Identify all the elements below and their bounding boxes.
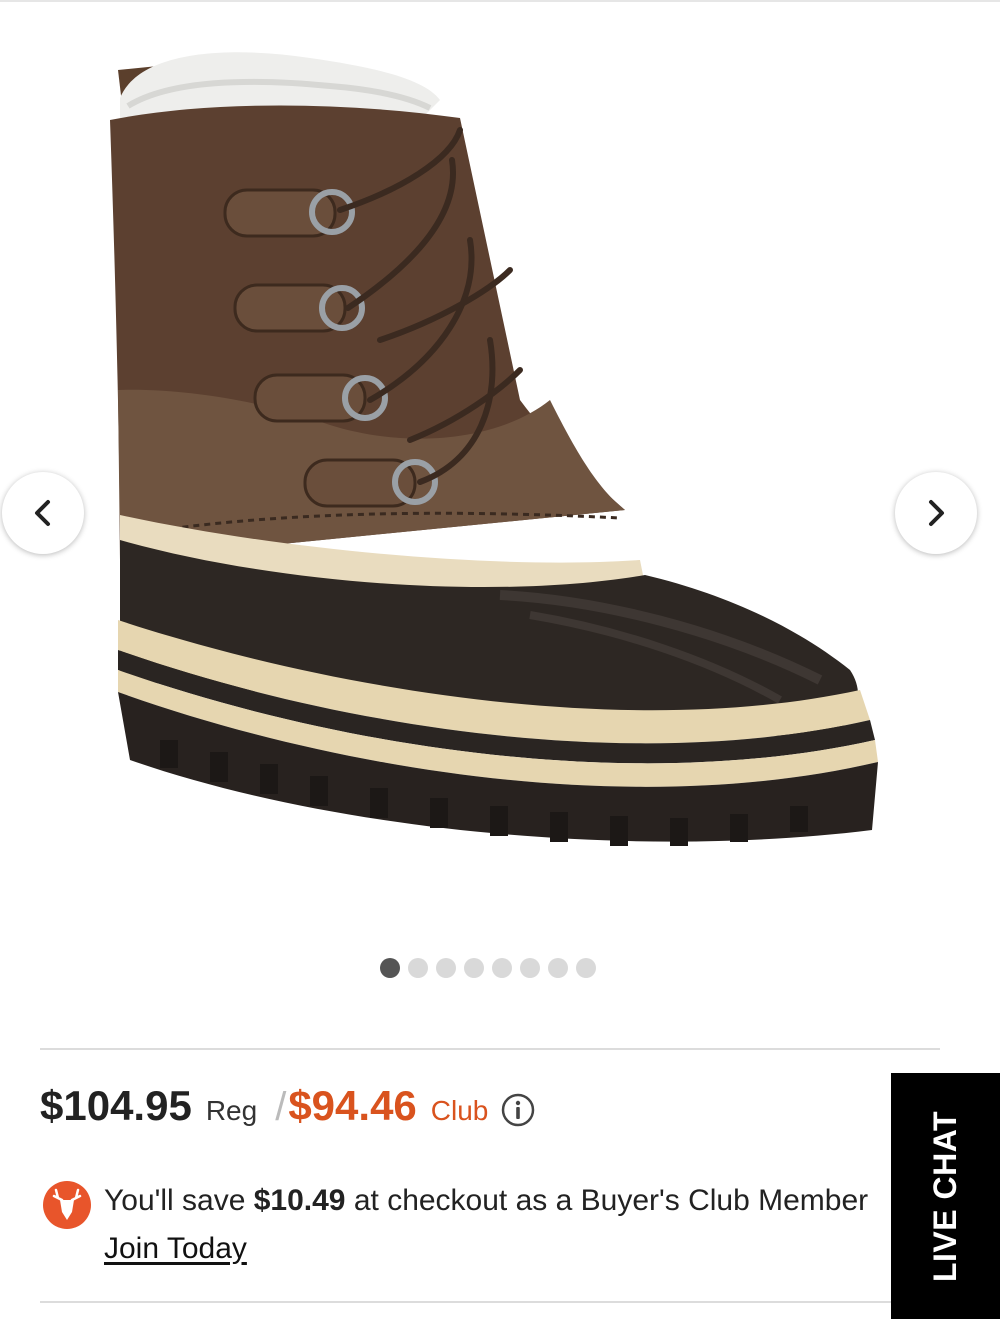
- club-price-label: Club: [430, 1095, 489, 1126]
- savings-text-before: You'll save: [104, 1184, 254, 1217]
- carousel-dot[interactable]: [464, 958, 484, 978]
- regular-price: $104.95: [40, 1082, 192, 1129]
- price-separator: /: [275, 1085, 287, 1129]
- savings-message: You'll save $10.49 at checkout as a Buye…: [104, 1184, 868, 1218]
- carousel-dot[interactable]: [548, 958, 568, 978]
- join-today-link[interactable]: Join Today: [104, 1232, 247, 1266]
- carousel-dot[interactable]: [380, 958, 400, 978]
- buyers-club-savings: You'll save $10.49 at checkout as a Buye…: [40, 1180, 890, 1276]
- live-chat-label: LIVE CHAT: [927, 1110, 964, 1282]
- carousel-next-button[interactable]: [895, 472, 977, 554]
- carousel-pagination: [380, 958, 596, 978]
- carousel-dot[interactable]: [492, 958, 512, 978]
- carousel-prev-button[interactable]: [2, 472, 84, 554]
- image-carousel: [0, 0, 1000, 1000]
- savings-amount: $10.49: [253, 1184, 346, 1217]
- product-image: [110, 52, 878, 846]
- chevron-left-icon: [35, 500, 50, 526]
- live-chat-button[interactable]: LIVE CHAT: [891, 1073, 1000, 1319]
- regular-price-label: Reg: [205, 1095, 258, 1126]
- carousel-dot[interactable]: [408, 958, 428, 978]
- buck-head-icon: [43, 1181, 91, 1229]
- savings-text-after: at checkout as a Buyer's Club Member: [345, 1184, 869, 1217]
- carousel-dot[interactable]: [436, 958, 456, 978]
- carousel-dot[interactable]: [576, 958, 596, 978]
- carousel-dot[interactable]: [520, 958, 540, 978]
- price-row: $104.95 Reg / $94.46 Club: [40, 1082, 536, 1138]
- club-price: $94.46: [288, 1082, 417, 1129]
- chevron-right-icon: [929, 500, 944, 526]
- info-circle-icon[interactable]: [500, 1092, 536, 1128]
- section-divider: [40, 1048, 940, 1050]
- section-divider-bottom: [40, 1301, 940, 1303]
